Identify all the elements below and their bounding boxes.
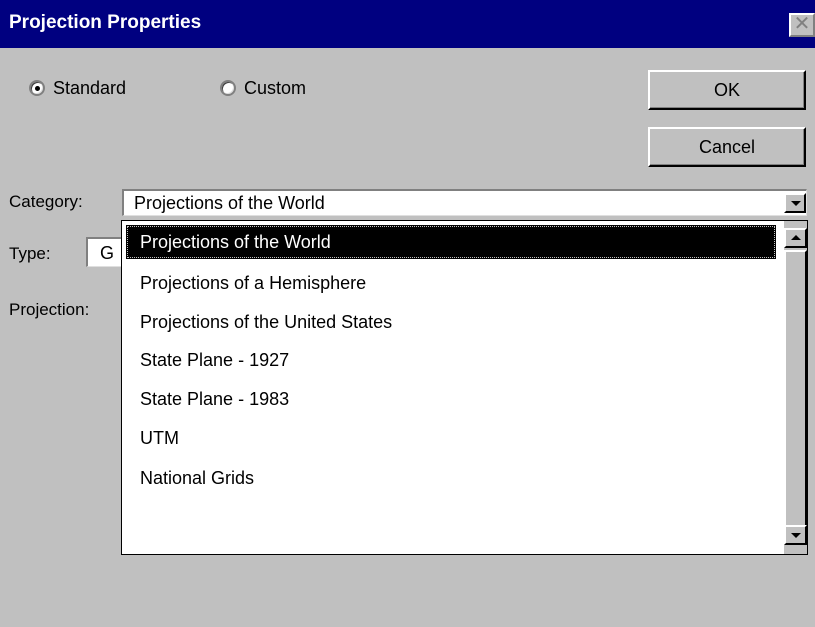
scroll-up-icon (791, 235, 801, 240)
radio-standard[interactable]: Standard (29, 77, 149, 101)
category-dropdown-list[interactable]: Projections of the World Projections of … (121, 220, 808, 555)
close-icon: ✕ (793, 13, 811, 35)
close-button[interactable]: ✕ (789, 13, 815, 37)
ok-button[interactable]: OK (648, 70, 806, 110)
category-label: Category: (9, 192, 83, 211)
category-option-state-plane-1927[interactable]: State Plane - 1927 (126, 343, 776, 377)
category-option-united-states[interactable]: Projections of the United States (126, 305, 776, 339)
radio-standard-label: Standard (53, 78, 127, 98)
category-option-national-grids[interactable]: National Grids (126, 461, 776, 495)
scroll-down-button[interactable] (784, 525, 807, 545)
radio-custom-label: Custom (244, 78, 307, 98)
scrollbar-thumb[interactable] (784, 250, 807, 530)
category-select-value: Projections of the World (134, 193, 325, 213)
scroll-down-icon (791, 533, 801, 538)
type-select[interactable]: G (86, 237, 126, 267)
category-option-world[interactable]: Projections of the World (126, 225, 776, 259)
scroll-up-button[interactable] (784, 228, 807, 248)
category-dropdown-button[interactable] (784, 193, 806, 213)
category-select[interactable]: Projections of the World (122, 189, 807, 216)
chevron-down-icon (791, 201, 801, 206)
radio-custom[interactable]: Custom (220, 77, 340, 101)
window-title: Projection Properties (9, 12, 202, 33)
type-label: Type: (9, 244, 51, 263)
title-bar: Projection Properties ✕ (0, 0, 815, 48)
radio-custom-indicator[interactable] (220, 80, 236, 96)
category-option-state-plane-1983[interactable]: State Plane - 1983 (126, 382, 776, 416)
category-option-hemisphere[interactable]: Projections of a Hemisphere (126, 266, 776, 300)
radio-standard-indicator[interactable] (29, 80, 45, 96)
category-option-utm[interactable]: UTM (126, 421, 776, 455)
dropdown-scrollbar[interactable] (784, 221, 807, 554)
cancel-button[interactable]: Cancel (648, 127, 806, 167)
type-select-value: G (100, 243, 115, 263)
projection-label: Projection: (9, 300, 90, 319)
projection-properties-dialog: Projection Properties ✕ Standard Custom … (0, 0, 815, 627)
